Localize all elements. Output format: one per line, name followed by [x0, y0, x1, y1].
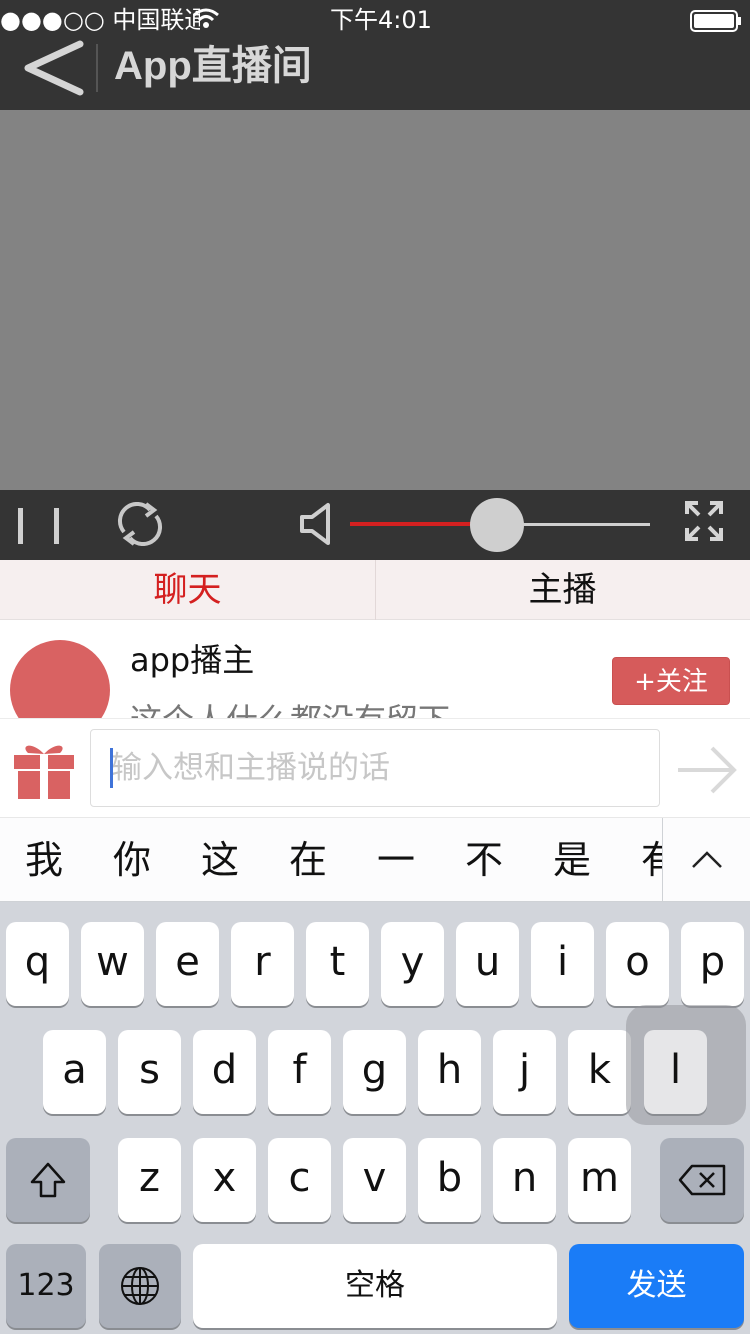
candidate-word[interactable]: 你 [102, 818, 162, 901]
candidate-word[interactable]: 我 [14, 818, 74, 901]
carrier-label: ●●●○○ 中国联通 [0, 6, 200, 34]
key-e[interactable]: e [156, 922, 219, 1006]
volume-slider[interactable] [350, 498, 650, 552]
key-f[interactable]: f [268, 1030, 331, 1114]
key-p[interactable]: p [681, 922, 744, 1006]
chevron-up-icon [691, 850, 723, 874]
battery-icon [690, 10, 742, 36]
key-n[interactable]: n [493, 1138, 556, 1222]
candidate-word[interactable]: 一 [366, 818, 426, 901]
key-q[interactable]: q [6, 922, 69, 1006]
key-c[interactable]: c [268, 1138, 331, 1222]
key-j[interactable]: j [493, 1030, 556, 1114]
backspace-icon [678, 1164, 726, 1200]
fullscreen-icon[interactable] [684, 500, 724, 546]
key-y[interactable]: y [381, 922, 444, 1006]
key-x[interactable]: x [193, 1138, 256, 1222]
key-l[interactable]: l [644, 1030, 707, 1114]
tab-chat[interactable]: 聊天 [0, 560, 375, 619]
send-arrow-icon[interactable] [676, 745, 738, 799]
status-time: 下午4:01 [330, 6, 432, 34]
key-r[interactable]: r [231, 922, 294, 1006]
key-b[interactable]: b [418, 1138, 481, 1222]
key-d[interactable]: d [193, 1030, 256, 1114]
globe-icon [120, 1266, 160, 1310]
key-s[interactable]: s [118, 1030, 181, 1114]
chat-input-row: 输入想和主播说的话 [0, 718, 750, 818]
numbers-key[interactable]: 123 [6, 1244, 86, 1328]
nav-divider [96, 44, 98, 92]
refresh-icon[interactable] [116, 502, 164, 550]
volume-icon[interactable] [298, 502, 334, 550]
wifi-icon [192, 6, 220, 34]
avatar[interactable] [10, 640, 110, 718]
top-bar: ●●●○○ 中国联通 下午4:01 App直播间 [0, 0, 750, 110]
key-o[interactable]: o [606, 922, 669, 1006]
host-name: app播主 [130, 641, 255, 679]
host-card: app播主 这个人什么都没有留下 +关注 [0, 620, 750, 718]
candidate-word[interactable]: 在 [278, 818, 338, 901]
key-h[interactable]: h [418, 1030, 481, 1114]
shift-icon [28, 1160, 68, 1204]
key-m[interactable]: m [568, 1138, 631, 1222]
slider-thumb[interactable] [470, 498, 524, 552]
space-key[interactable]: 空格 [193, 1244, 557, 1328]
key-a[interactable]: a [43, 1030, 106, 1114]
key-w[interactable]: w [81, 922, 144, 1006]
key-i[interactable]: i [531, 922, 594, 1006]
player-controls [0, 490, 750, 560]
tab-bar: 聊天 主播 [0, 560, 750, 620]
follow-button[interactable]: +关注 [612, 657, 730, 705]
candidate-word[interactable]: 不 [454, 818, 514, 901]
page-title: App直播间 [114, 44, 312, 88]
candidate-word[interactable]: 是 [542, 818, 602, 901]
candidate-word[interactable]: 这 [190, 818, 250, 901]
send-key[interactable]: 发送 [569, 1244, 744, 1328]
pause-icon[interactable] [18, 506, 64, 550]
key-u[interactable]: u [456, 922, 519, 1006]
globe-key[interactable] [99, 1244, 181, 1328]
key-t[interactable]: t [306, 922, 369, 1006]
key-k[interactable]: k [568, 1030, 631, 1114]
tab-host[interactable]: 主播 [375, 560, 750, 619]
text-caret [110, 748, 113, 788]
tab-divider [375, 560, 376, 620]
back-arrow-icon[interactable] [22, 40, 86, 100]
gift-icon[interactable] [12, 739, 76, 805]
video-player[interactable] [0, 110, 750, 490]
key-v[interactable]: v [343, 1138, 406, 1222]
host-description: 这个人什么都没有留下 [130, 700, 450, 718]
candidate-bar: 我 你 这 在 一 不 是 有 [0, 818, 750, 902]
shift-key[interactable] [6, 1138, 90, 1222]
backspace-key[interactable] [660, 1138, 744, 1222]
key-g[interactable]: g [343, 1030, 406, 1114]
key-z[interactable]: z [118, 1138, 181, 1222]
candidate-expand-button[interactable] [662, 818, 750, 901]
message-input[interactable]: 输入想和主播说的话 [90, 729, 660, 807]
